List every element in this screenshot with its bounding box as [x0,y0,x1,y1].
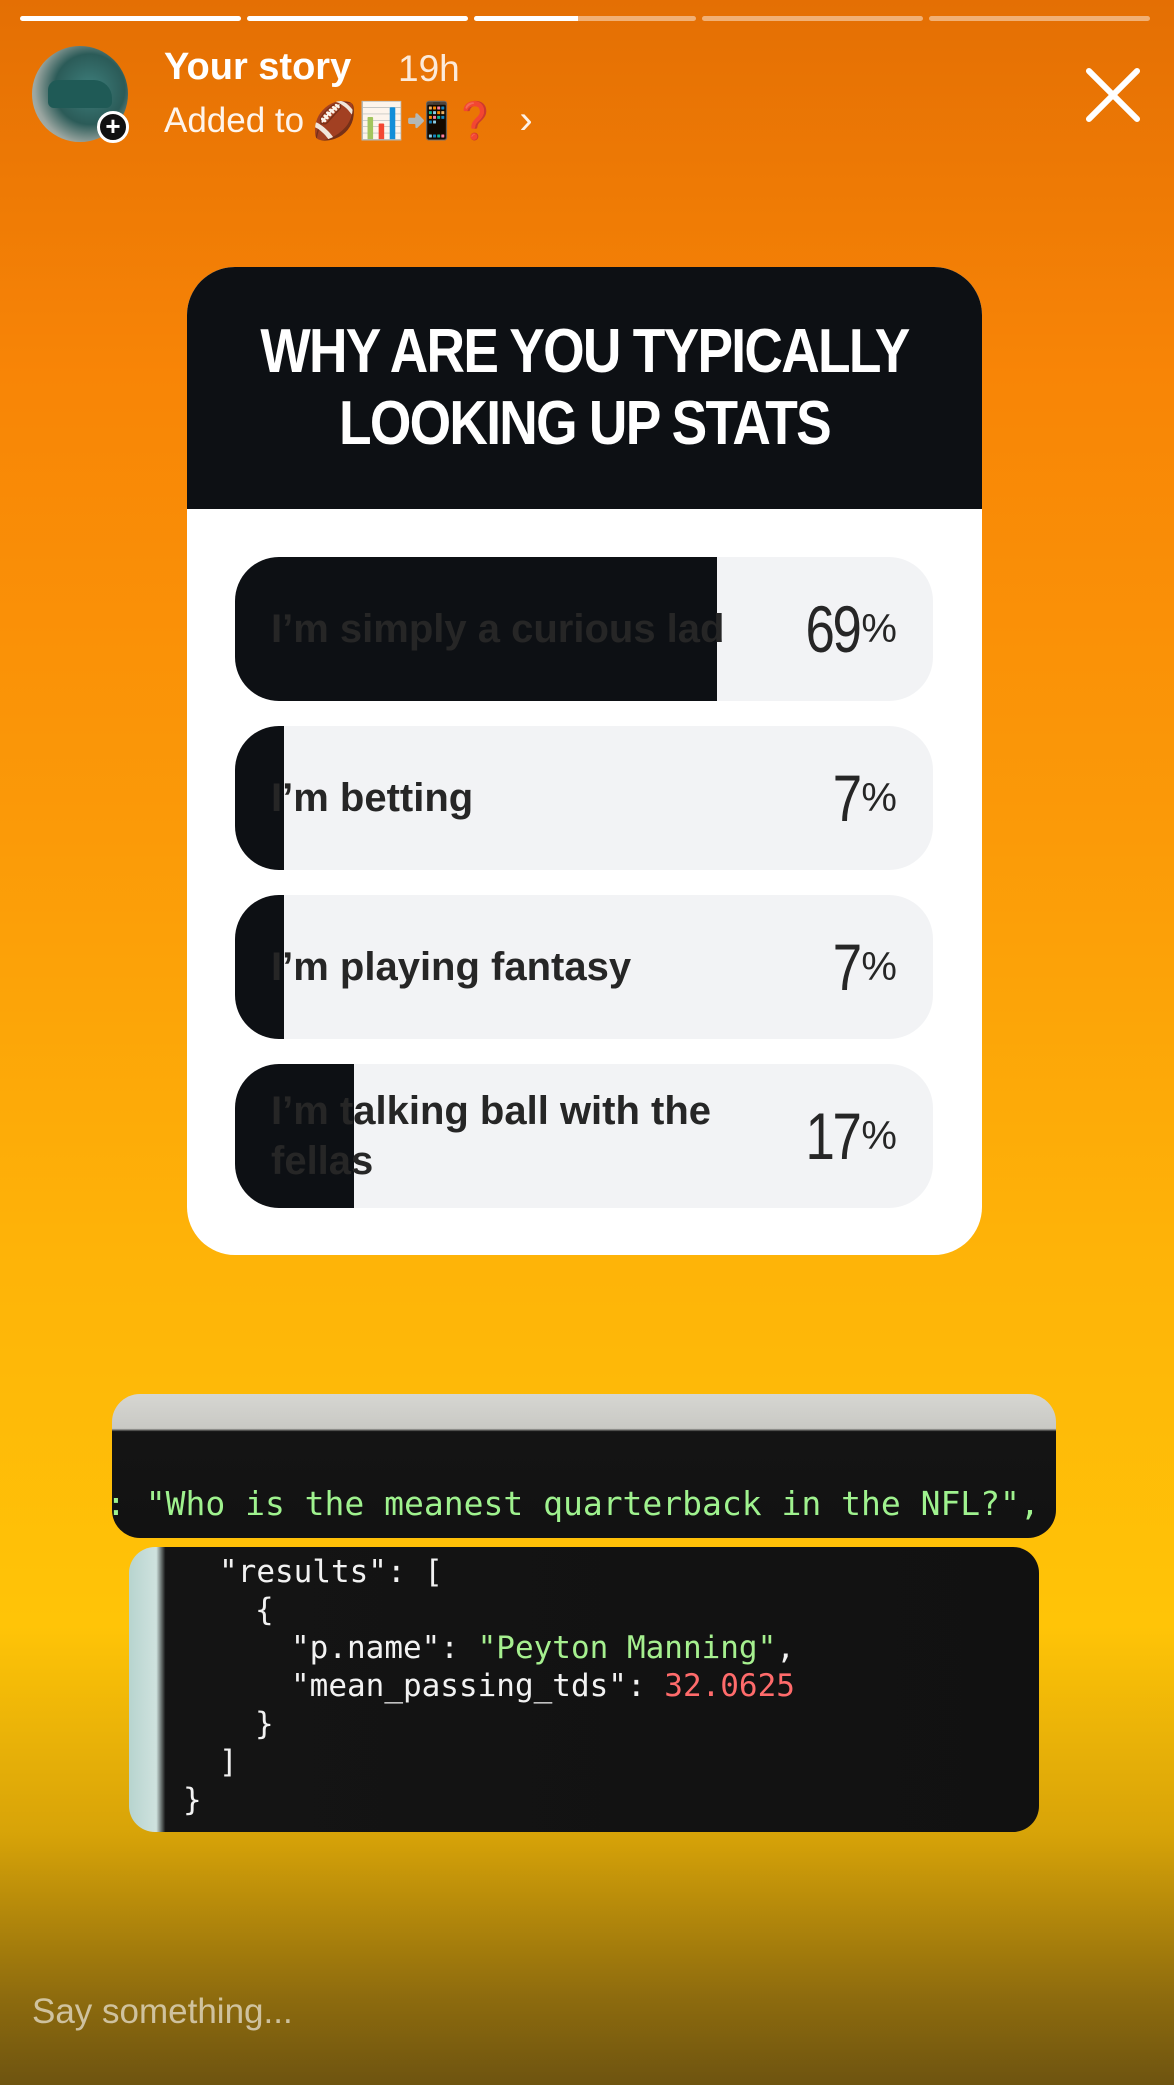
close-icon[interactable] [1080,62,1146,128]
story-timestamp: 19h [398,48,460,89]
story-progress [20,16,1151,21]
added-to-label: Added to [164,100,305,140]
poll-option[interactable]: I’m betting 7% [235,726,933,870]
poll-option-percent: 69% [805,592,897,666]
poll-option-label: I’m talking ball with the fellas [271,1089,712,1183]
code-screenshot-query: : "Who is the meanest quarterback in the… [112,1394,1056,1538]
progress-segment [247,16,469,21]
added-to-highlight-link[interactable]: Added to 🏈📊📲❓ › [164,98,533,143]
poll-header: WHY ARE YOU TYPICALLY LOOKING UP STATS [187,267,982,509]
progress-segment [474,16,696,21]
reply-input[interactable]: Say something... [32,1992,293,2032]
add-story-icon[interactable]: + [97,111,129,143]
poll-option[interactable]: I’m simply a curious lad 69% [235,557,933,701]
poll-option-label: I’m playing fantasy [271,945,632,989]
story-owner-title[interactable]: Your story [164,46,351,89]
poll-option-percent: 17% [805,1099,897,1173]
poll-option-label: I’m simply a curious lad [271,607,725,651]
chevron-right-icon: › [519,98,533,142]
progress-segment [701,16,923,21]
poll-option[interactable]: I’m playing fantasy 7% [235,895,933,1039]
poll-option-label: I’m betting [271,776,474,820]
poll-question: WHY ARE YOU TYPICALLY LOOKING UP STATS [260,317,910,458]
progress-segment [928,16,1151,21]
poll-option-percent: 7% [832,930,897,1004]
progress-segment [20,16,242,21]
poll-option[interactable]: I’m talking ball with the fellas 17% [235,1064,933,1208]
poll-option-percent: 7% [832,761,897,835]
highlight-emojis: 🏈📊📲❓ [312,99,500,141]
code-screenshot-results: "results": [ { "p.name": "Peyton Manning… [129,1547,1039,1832]
query-text: : "Who is the meanest quarterback in the… [112,1484,1040,1523]
poll-sticker: WHY ARE YOU TYPICALLY LOOKING UP STATS I… [187,267,982,1255]
poll-options: I’m simply a curious lad 69% I’m betting… [235,557,933,1233]
results-json: "results": [ { "p.name": "Peyton Manning… [183,1554,795,1818]
